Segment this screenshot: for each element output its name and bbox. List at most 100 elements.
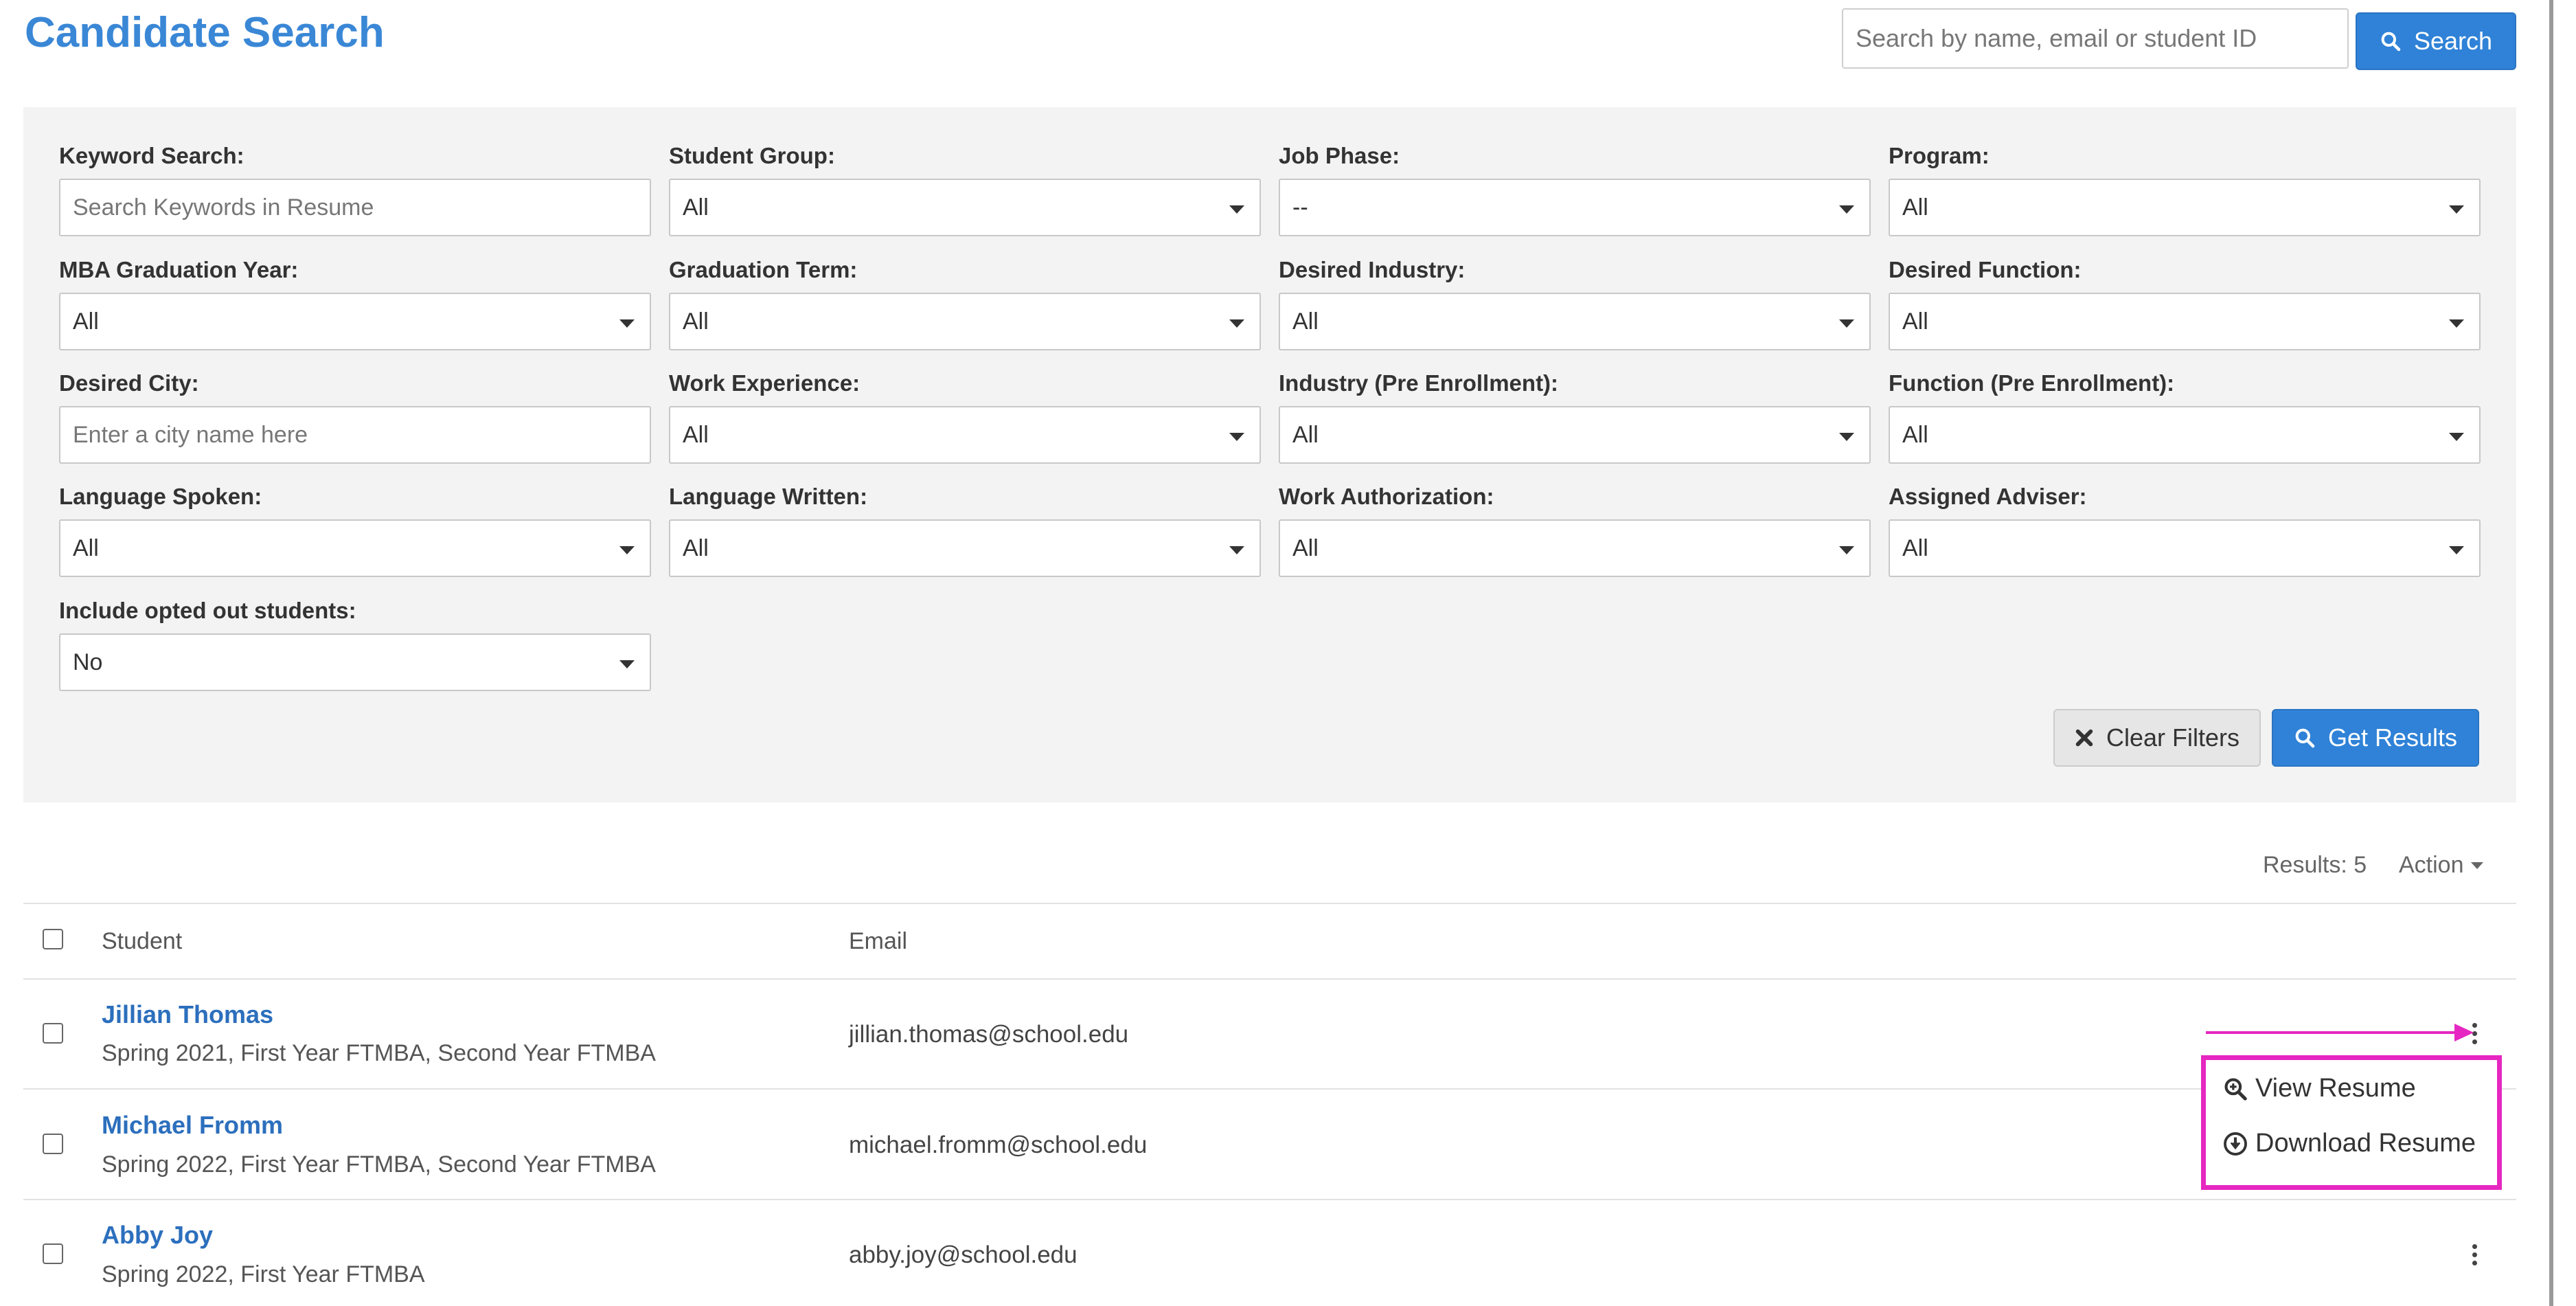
keyword-search-label: Keyword Search: bbox=[59, 143, 244, 168]
student-email: abby.joy@school.edu bbox=[849, 1241, 1078, 1268]
row-checkbox[interactable] bbox=[43, 1243, 63, 1264]
assigned-adviser-value: All bbox=[1902, 534, 1928, 561]
industry-pre-enrollment-select[interactable]: All bbox=[1279, 406, 1871, 464]
language-spoken-value: All bbox=[73, 534, 99, 561]
function-pre-enrollment-label: Function (Pre Enrollment): bbox=[1889, 370, 2175, 396]
scrollbar[interactable] bbox=[2549, 0, 2553, 1306]
divider bbox=[23, 1199, 2516, 1200]
row-action-menu: View Resume Download Resume bbox=[2201, 1055, 2502, 1190]
annotation-arrow-head bbox=[2454, 1024, 2474, 1042]
student-name-link[interactable]: Abby Joy bbox=[102, 1221, 213, 1250]
desired-industry-value: All bbox=[1292, 308, 1319, 335]
row-checkbox[interactable] bbox=[43, 1023, 63, 1044]
divider bbox=[23, 903, 2516, 904]
get-results-label: Get Results bbox=[2327, 723, 2458, 752]
desired-city-label: Desired City: bbox=[59, 370, 199, 396]
download-resume-menu-item[interactable]: Download Resume bbox=[2222, 1129, 2476, 1158]
kebab-icon[interactable] bbox=[2464, 1241, 2485, 1268]
program-select[interactable]: All bbox=[1889, 179, 2481, 236]
clear-filters-button[interactable]: Clear Filters bbox=[2053, 709, 2261, 767]
search-button-label: Search bbox=[2413, 27, 2493, 55]
row-checkbox[interactable] bbox=[43, 1134, 63, 1154]
program-value: All bbox=[1902, 194, 1928, 221]
download-resume-label: Download Resume bbox=[2255, 1129, 2476, 1158]
function-pre-enrollment-select[interactable]: All bbox=[1889, 406, 2481, 464]
graduation-term-label: Graduation Term: bbox=[669, 257, 858, 282]
desired-function-select[interactable]: All bbox=[1889, 293, 2481, 350]
graduation-term-value: All bbox=[683, 308, 709, 335]
student-column-header: Student bbox=[102, 928, 183, 954]
include-opted-out-select[interactable]: No bbox=[59, 633, 651, 691]
industry-pre-enrollment-label: Industry (Pre Enrollment): bbox=[1279, 370, 1559, 396]
chevron-down-icon bbox=[1229, 205, 1244, 214]
page-title: Candidate Search bbox=[25, 9, 385, 56]
chevron-down-icon bbox=[2449, 205, 2464, 214]
select-all-checkbox[interactable] bbox=[43, 929, 63, 949]
mba-graduation-year-select[interactable]: All bbox=[59, 293, 651, 350]
view-resume-label: View Resume bbox=[2255, 1074, 2416, 1103]
download-circle-icon bbox=[2224, 1132, 2247, 1156]
student-email: michael.fromm@school.edu bbox=[849, 1132, 1148, 1158]
search-icon bbox=[2381, 32, 2401, 52]
chevron-down-icon bbox=[2449, 433, 2464, 441]
email-column-header: Email bbox=[849, 928, 908, 954]
student-email: jillian.thomas@school.edu bbox=[849, 1021, 1129, 1048]
student-name-link[interactable]: Michael Fromm bbox=[102, 1111, 283, 1140]
annotation-arrow-line bbox=[2206, 1031, 2457, 1034]
student-group-label: Student Group: bbox=[669, 143, 835, 168]
divider bbox=[23, 978, 2516, 980]
chevron-down-icon bbox=[619, 319, 635, 328]
chevron-down-icon bbox=[2449, 546, 2464, 554]
caret-down-icon bbox=[2470, 862, 2483, 869]
job-phase-label: Job Phase: bbox=[1279, 143, 1400, 168]
work-authorization-select[interactable]: All bbox=[1279, 519, 1871, 577]
work-experience-label: Work Experience: bbox=[669, 370, 860, 396]
work-authorization-label: Work Authorization: bbox=[1279, 484, 1494, 509]
function-pre-enrollment-value: All bbox=[1902, 421, 1928, 448]
work-experience-value: All bbox=[683, 421, 709, 448]
language-written-label: Language Written: bbox=[669, 484, 868, 509]
chevron-down-icon bbox=[2449, 319, 2464, 328]
chevron-down-icon bbox=[1229, 546, 1244, 554]
chevron-down-icon bbox=[1229, 433, 1244, 441]
get-results-button[interactable]: Get Results bbox=[2272, 709, 2479, 767]
results-count: Results: 5 bbox=[2263, 852, 2367, 878]
desired-industry-label: Desired Industry: bbox=[1279, 257, 1466, 282]
candidate-search-page: Candidate Search Search Keyword Search: … bbox=[0, 0, 2576, 1306]
desired-industry-select[interactable]: All bbox=[1279, 293, 1871, 350]
graduation-term-select[interactable]: All bbox=[669, 293, 1261, 350]
work-authorization-value: All bbox=[1292, 534, 1319, 561]
chevron-down-icon bbox=[1839, 205, 1854, 214]
student-group-select[interactable]: All bbox=[669, 179, 1261, 236]
student-details: Spring 2022, First Year FTMBA bbox=[102, 1261, 425, 1287]
desired-city-input[interactable] bbox=[59, 406, 651, 464]
chevron-down-icon bbox=[619, 546, 635, 554]
job-phase-value: -- bbox=[1292, 194, 1308, 221]
assigned-adviser-label: Assigned Adviser: bbox=[1889, 484, 2087, 509]
chevron-down-icon bbox=[1839, 546, 1854, 554]
language-spoken-select[interactable]: All bbox=[59, 519, 651, 577]
student-details: Spring 2022, First Year FTMBA, Second Ye… bbox=[102, 1151, 656, 1178]
assigned-adviser-select[interactable]: All bbox=[1889, 519, 2481, 577]
chevron-down-icon bbox=[1839, 319, 1854, 328]
job-phase-select[interactable]: -- bbox=[1279, 179, 1871, 236]
language-written-value: All bbox=[683, 534, 709, 561]
work-experience-select[interactable]: All bbox=[669, 406, 1261, 464]
keyword-search-input[interactable] bbox=[59, 179, 651, 236]
desired-function-label: Desired Function: bbox=[1889, 257, 2082, 282]
clear-filters-label: Clear Filters bbox=[2106, 723, 2240, 752]
language-written-select[interactable]: All bbox=[669, 519, 1261, 577]
language-spoken-label: Language Spoken: bbox=[59, 484, 262, 509]
include-opted-out-value: No bbox=[73, 649, 103, 675]
action-dropdown[interactable]: Action bbox=[2399, 852, 2483, 879]
chevron-down-icon bbox=[1839, 433, 1854, 441]
x-icon bbox=[2075, 729, 2093, 747]
student-search-input[interactable] bbox=[1842, 8, 2349, 69]
desired-function-value: All bbox=[1902, 308, 1928, 335]
action-label: Action bbox=[2399, 852, 2464, 878]
view-resume-menu-item[interactable]: View Resume bbox=[2222, 1074, 2416, 1103]
mba-graduation-year-label: MBA Graduation Year: bbox=[59, 257, 299, 282]
student-name-link[interactable]: Jillian Thomas bbox=[102, 1000, 273, 1029]
search-button[interactable]: Search bbox=[2356, 12, 2516, 70]
student-details: Spring 2021, First Year FTMBA, Second Ye… bbox=[102, 1040, 656, 1066]
